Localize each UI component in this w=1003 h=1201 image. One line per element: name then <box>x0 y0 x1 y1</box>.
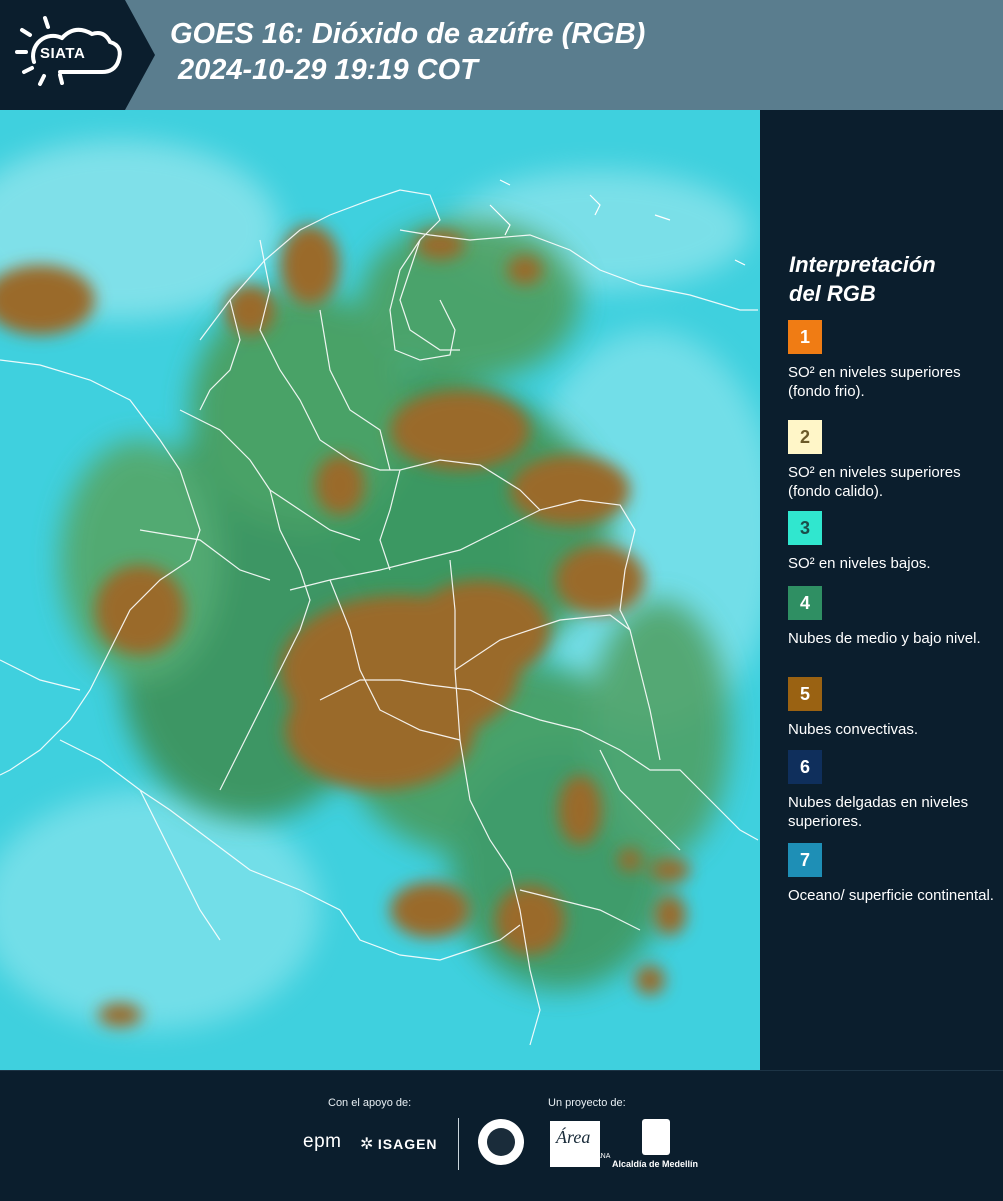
siata-logo-text: SIATA <box>40 45 86 62</box>
legend-title-line-1: Interpretación <box>789 252 936 277</box>
legend-swatch-7: 7 <box>788 843 822 877</box>
legend-swatch-6: 6 <box>788 750 822 784</box>
legend-text: SO² en niveles superiores (fondo calido)… <box>788 464 961 500</box>
legend-item-6: 6 Nubes delgadas en niveles superiores. <box>788 750 998 831</box>
legend-swatch-3: 3 <box>788 511 822 545</box>
legend-item-5: 5 Nubes convectivas. <box>788 677 998 739</box>
legend-swatch-5: 5 <box>788 677 822 711</box>
isagen-logo: ✲ ISAGEN <box>360 1134 438 1154</box>
legend-text: Nubes de medio y bajo nivel. <box>788 630 981 647</box>
alcaldia-text: Alcaldía de Medellín <box>612 1159 699 1169</box>
footer-divider <box>458 1118 459 1170</box>
legend-text: Nubes delgadas en niveles superiores. <box>788 794 969 830</box>
epm-logo: epm <box>303 1131 342 1152</box>
legend-item-3: 3 SO² en niveles bajos. <box>788 511 998 573</box>
isagen-logo-text: ISAGEN <box>377 1136 438 1152</box>
legend-text: Oceano/ superficie continental. <box>788 887 994 904</box>
legend-number: 7 <box>799 849 810 870</box>
support-label: Con el apoyo de: <box>328 1097 412 1109</box>
title-line-2: 2024-10-29 19:19 COT <box>178 54 478 86</box>
legend-number: 2 <box>799 426 810 447</box>
legend-item-4: 4 Nubes de medio y bajo nivel. <box>788 586 998 648</box>
valle-text: Valle de Aburrá <box>555 1161 597 1167</box>
legend-title-line-2: del RGB <box>789 281 876 306</box>
page-title: GOES 16: Dióxido de azúfre (RGB) 2024-10… <box>170 16 645 88</box>
header-bar: SIATA GOES 16: Dióxido de azúfre (RGB) 2… <box>0 0 1003 110</box>
legend-item-2: 2 SO² en niveles superiores (fondo calid… <box>788 420 998 501</box>
metropolitana-text: METROPOLITANA <box>551 1153 611 1160</box>
legend-text: SO² en niveles bajos. <box>788 555 931 572</box>
legend-title: Interpretación del RGB <box>789 250 936 308</box>
satellite-map <box>0 110 760 1070</box>
legend-swatch-4: 4 <box>788 586 822 620</box>
isagen-star-icon: ✲ <box>360 1136 374 1153</box>
legend-text: SO² en niveles superiores (fondo frio). <box>788 364 961 400</box>
title-line-1: GOES 16: Dióxido de azúfre (RGB) <box>170 18 646 50</box>
legend-text: Nubes convectivas. <box>788 721 919 738</box>
legend-swatch-1: 1 <box>788 320 822 354</box>
satellite-image <box>0 110 760 1070</box>
legend-item-1: 1 SO² en niveles superiores (fondo frio)… <box>788 320 998 401</box>
legend-item-7: 7 Oceano/ superficie continental. <box>788 843 998 905</box>
project-label: Un proyecto de: <box>548 1097 626 1109</box>
medellin-seal-logo <box>478 1119 524 1165</box>
legend-number: 1 <box>799 326 810 347</box>
footer-bar: Con el apoyo de: Un proyecto de: epm ✲ I… <box>0 1070 1003 1201</box>
legend-number: 6 <box>799 756 810 777</box>
legend-number: 3 <box>799 517 810 538</box>
legend-number: 4 <box>799 592 810 613</box>
siata-logo: SIATA <box>0 0 155 110</box>
legend-panel: Interpretación del RGB 1 SO² en niveles … <box>760 110 1003 1070</box>
legend-number: 5 <box>799 683 810 704</box>
alcaldia-shield-icon <box>642 1119 670 1155</box>
legend-swatch-2: 2 <box>788 420 822 454</box>
